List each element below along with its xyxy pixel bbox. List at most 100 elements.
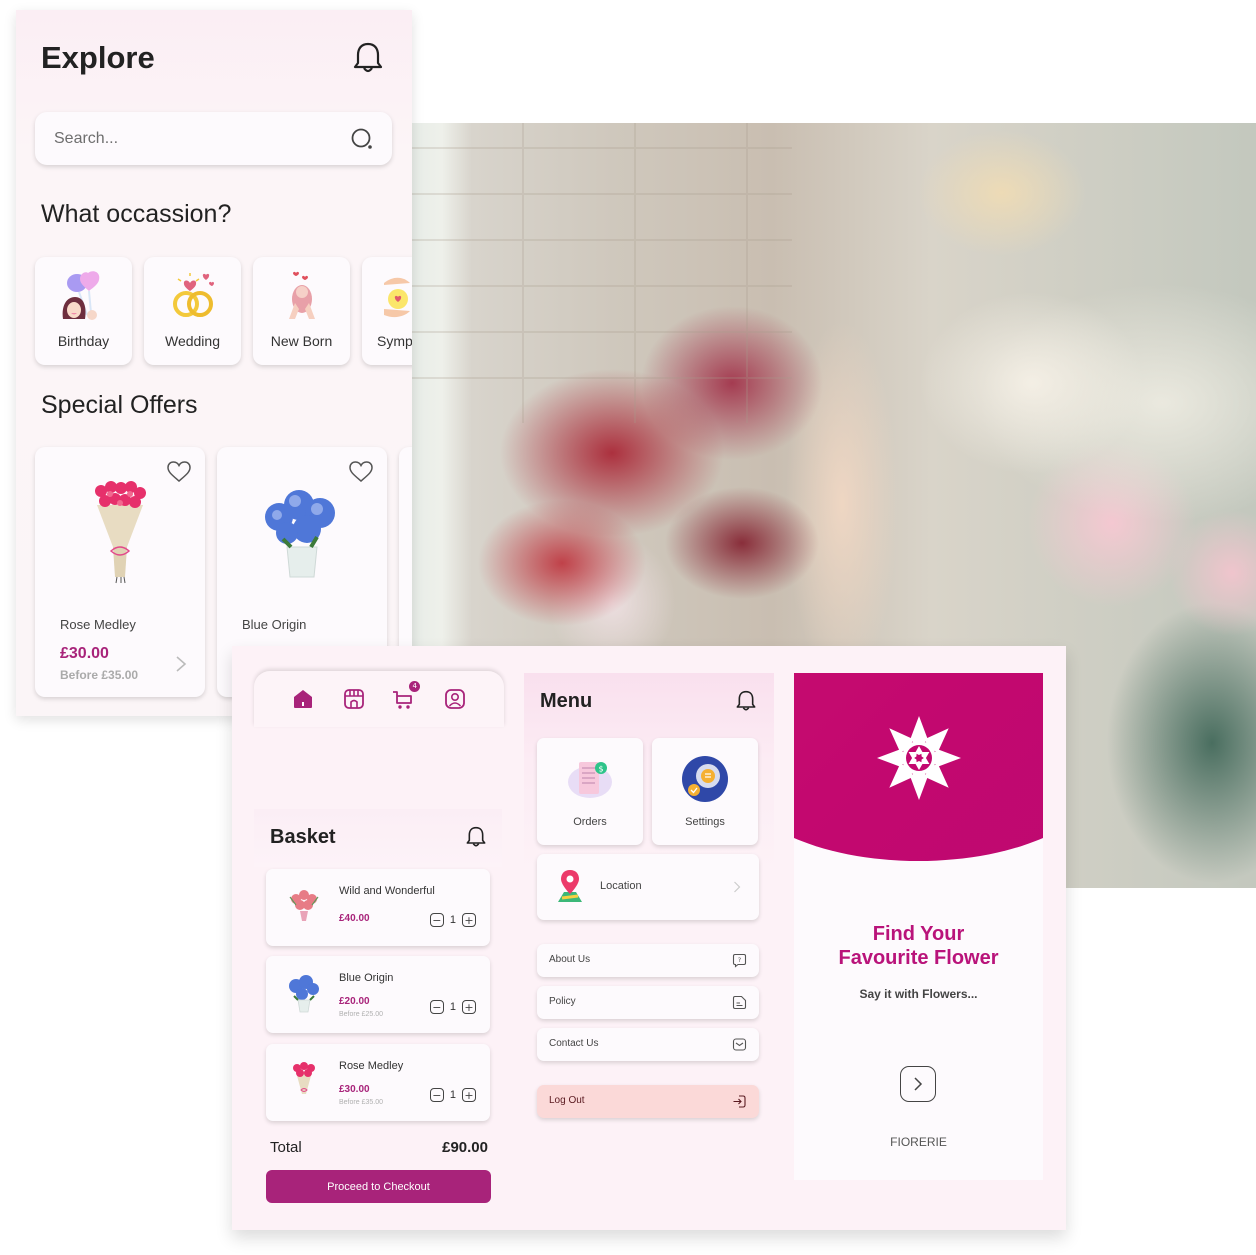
occasion-label: Birthday [57, 333, 110, 349]
bell-icon[interactable] [735, 689, 757, 713]
birthday-balloons-icon [62, 271, 100, 320]
orders-receipt-icon: $ [568, 762, 612, 798]
location-label: Location [600, 880, 642, 892]
occasion-card-new-born[interactable]: New Born [253, 257, 350, 365]
newborn-baby-icon [289, 271, 315, 319]
quantity-value: 1 [449, 1001, 456, 1013]
item-before-price: Before £35.00 [339, 1099, 383, 1106]
item-price: £30.00 [339, 1084, 370, 1095]
menu-tile-label: Orders [573, 816, 607, 828]
bell-icon[interactable] [465, 825, 487, 849]
menu-row-label: Contact Us [549, 1038, 599, 1049]
settings-gear-icon [682, 756, 728, 802]
total-value: £90.00 [442, 1139, 488, 1156]
quantity-stepper: − 1 + [429, 913, 476, 927]
svg-text:$: $ [598, 765, 603, 774]
item-name: Blue Origin [339, 972, 394, 984]
rose-medley-thumb [293, 1062, 315, 1094]
logout-icon [733, 1095, 746, 1108]
screens-panel: 4 Basket Wild and Wonderful £40.00 − 1 +… [232, 646, 1066, 1230]
menu-row-label: About Us [549, 954, 591, 965]
offer-price: £30.00 [60, 645, 109, 662]
occasion-label: Wedding [164, 333, 220, 349]
occasion-list: Birthday Wedding New Born Symp [35, 257, 412, 365]
decrease-button[interactable]: − [429, 1088, 444, 1102]
search-bar [35, 112, 392, 165]
chevron-right-icon [914, 1077, 923, 1091]
sympathy-hands-icon [384, 277, 410, 318]
menu-tile-label: Settings [685, 816, 725, 828]
occasion-card-wedding[interactable]: Wedding [144, 257, 241, 365]
increase-button[interactable]: + [462, 1088, 476, 1102]
basket-item: Rose Medley £30.00 Before £35.00 − 1 + [266, 1044, 490, 1121]
explore-screen: Explore What occassion? Birthday [16, 10, 412, 716]
menu-row-contact-us[interactable]: Contact Us [537, 1028, 759, 1061]
welcome-screen: Find Your Favourite Flower Say it with F… [794, 673, 1043, 1180]
menu-location[interactable]: Location [537, 854, 759, 920]
blue-origin-thumb [289, 975, 319, 1013]
search-icon[interactable] [350, 127, 374, 151]
basket-title: Basket [270, 826, 336, 848]
nav-shop[interactable] [341, 686, 367, 712]
item-price: £40.00 [339, 913, 370, 924]
bell-icon[interactable] [352, 40, 384, 76]
brand-name: FIORERIE [890, 1135, 947, 1149]
menu-tile-orders[interactable]: $ Orders [537, 738, 643, 845]
quantity-value: 1 [449, 1089, 456, 1101]
offers-heading: Special Offers [41, 391, 198, 419]
splash-title: Find Your Favourite Flower [794, 922, 1043, 970]
offer-name: Rose Medley [60, 617, 136, 632]
nav-cart[interactable]: 4 [391, 681, 421, 712]
total-label: Total [270, 1139, 302, 1156]
wild-wonderful-thumb [289, 890, 319, 921]
decrease-button[interactable]: − [429, 913, 444, 927]
quantity-stepper: − 1 + [429, 1000, 476, 1014]
bottom-nav-bar: 4 [254, 671, 504, 727]
store-icon [343, 689, 364, 709]
offer-name: Blue Origin [242, 617, 307, 632]
item-price: £20.00 [339, 996, 370, 1007]
chevron-right-icon[interactable] [175, 655, 187, 673]
offer-card-rose-medley[interactable]: Rose Medley £30.00 Before £35.00 [35, 447, 205, 697]
location-pin-icon [558, 870, 582, 902]
search-input[interactable] [54, 129, 324, 148]
page-title: Explore [41, 40, 155, 75]
checkout-button[interactable]: Proceed to Checkout [266, 1170, 491, 1203]
menu-tile-settings[interactable]: Settings [652, 738, 758, 845]
help-bubble-icon: ? [732, 953, 747, 968]
heart-icon[interactable] [167, 461, 191, 483]
increase-button[interactable]: + [462, 1000, 476, 1014]
rose-bouquet-image [95, 481, 146, 584]
wedding-rings-icon [173, 273, 214, 317]
basket-item: Blue Origin £20.00 Before £25.00 − 1 + [266, 956, 490, 1033]
decrease-button[interactable]: − [429, 1000, 444, 1014]
blue-hydrangea-image [265, 490, 335, 578]
quantity-stepper: − 1 + [429, 1088, 476, 1102]
mail-icon [732, 1038, 747, 1051]
item-before-price: Before £25.00 [339, 1011, 383, 1018]
occasion-label: New Born [270, 333, 333, 349]
heart-icon[interactable] [349, 461, 373, 483]
menu-row-policy[interactable]: Policy [537, 986, 759, 1019]
occasion-card-sympathy[interactable]: Sympathy [362, 257, 412, 365]
home-icon [294, 690, 313, 708]
menu-title: Menu [540, 690, 593, 712]
logout-label: Log Out [549, 1095, 585, 1106]
splash-title-line2: Favourite Flower [838, 947, 999, 969]
occasion-card-birthday[interactable]: Birthday [35, 257, 132, 365]
splash-subtitle: Say it with Flowers... [859, 987, 978, 1001]
splash-title-line1: Find Your [872, 923, 965, 945]
profile-icon [444, 689, 465, 709]
increase-button[interactable]: + [462, 913, 476, 927]
next-button[interactable] [900, 1066, 936, 1102]
nav-home[interactable] [290, 686, 316, 712]
flower-logo-icon [877, 716, 961, 800]
menu-screen: Menu $ Orders Settings Location About Us… [524, 673, 774, 1173]
nav-profile[interactable] [442, 686, 468, 712]
menu-row-about-us[interactable]: About Us ? [537, 944, 759, 977]
logout-button[interactable]: Log Out [537, 1085, 759, 1118]
offer-before-price: Before £35.00 [60, 668, 139, 682]
occasion-label: Sympathy [377, 333, 412, 349]
item-name: Wild and Wonderful [339, 885, 435, 897]
chevron-right-icon [734, 881, 741, 893]
